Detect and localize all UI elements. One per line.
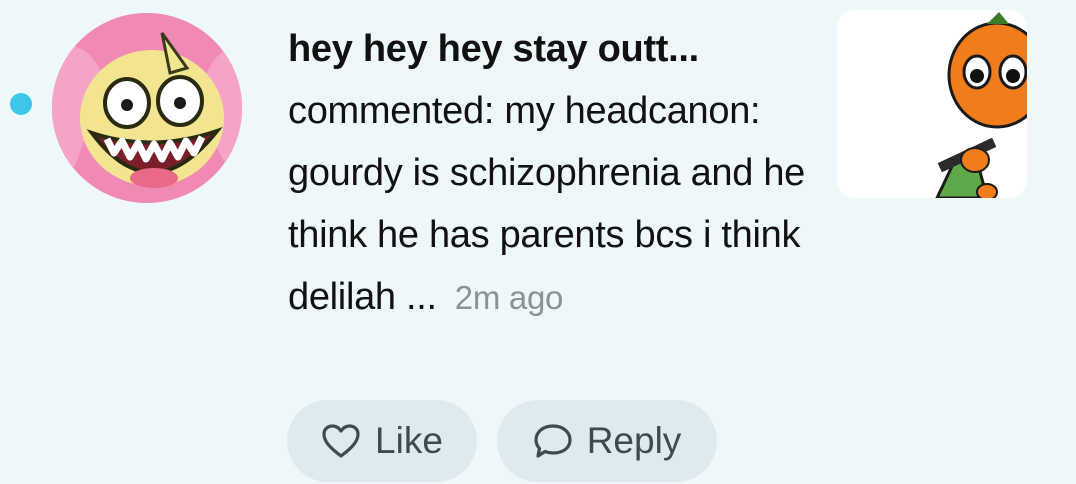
like-label: Like — [375, 420, 443, 461]
comment-preview: commented: my headcanon: gourdy is schiz… — [288, 80, 808, 329]
reply-button[interactable]: Reply — [497, 400, 717, 482]
heart-icon — [321, 423, 361, 459]
username[interactable]: hey hey hey stay outt... — [288, 18, 808, 80]
reply-label: Reply — [586, 420, 682, 461]
unread-indicator — [10, 93, 32, 115]
like-button[interactable]: Like — [287, 400, 477, 482]
comment-notification[interactable]: hey hey hey stay outt... commented: my h… — [0, 0, 1076, 484]
speech-bubble-icon — [533, 422, 573, 460]
timestamp: 2m ago — [454, 279, 564, 316]
post-thumbnail[interactable] — [837, 10, 1027, 198]
notification-text: hey hey hey stay outt... commented: my h… — [288, 18, 808, 329]
avatar[interactable] — [52, 13, 242, 203]
